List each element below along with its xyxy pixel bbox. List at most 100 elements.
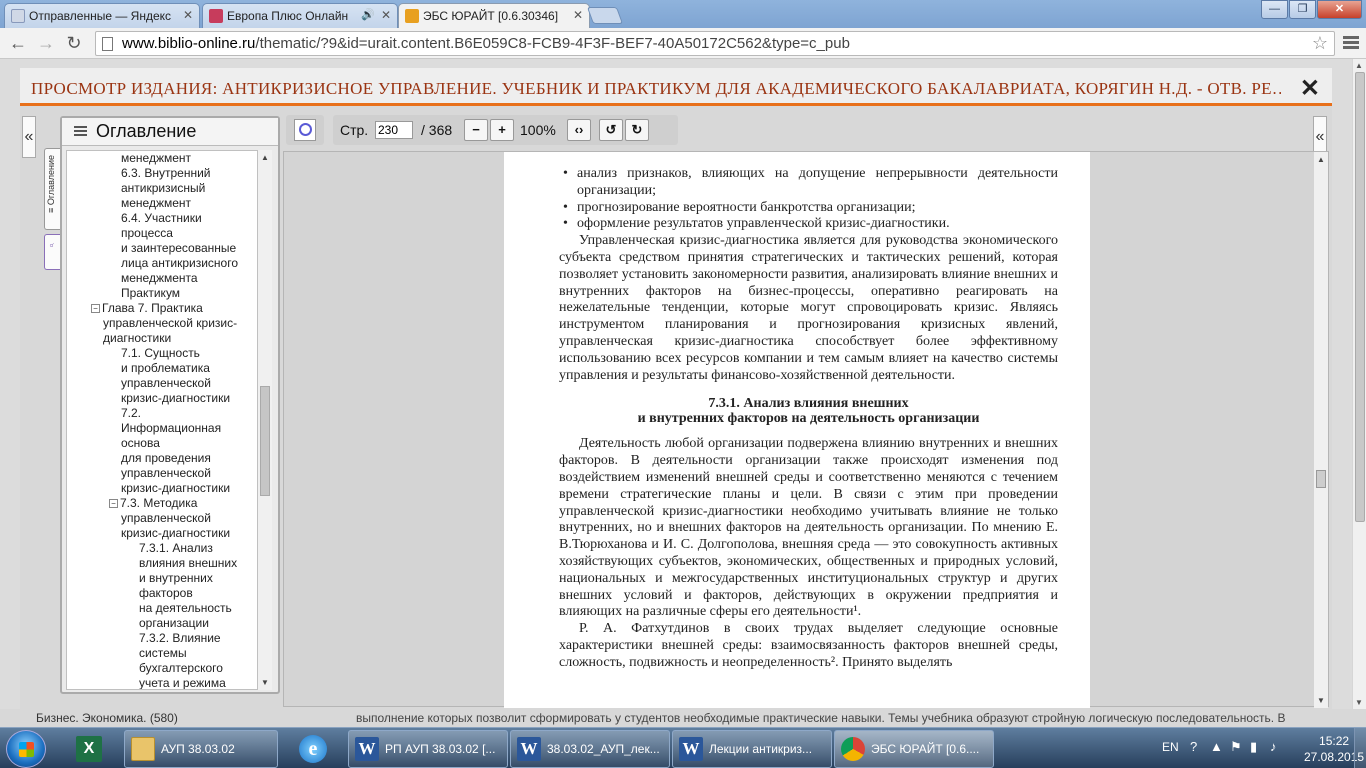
toc-item[interactable]: 7.3.2. Влияние	[67, 631, 257, 646]
toc-item[interactable]: на деятельность	[67, 601, 257, 616]
search-side-tab[interactable]: ⌕	[44, 234, 60, 270]
page-icon	[102, 37, 113, 51]
show-hidden-icons-icon[interactable]: ▲	[1210, 739, 1223, 754]
rotate-right-button[interactable]: ↻	[625, 119, 649, 141]
tab-europa-plus[interactable]: Европа Плюс Онлайн 🔊 ✕	[202, 3, 398, 28]
minimize-button[interactable]: —	[1261, 0, 1288, 19]
close-tab-icon[interactable]: ✕	[183, 8, 193, 22]
search-button[interactable]	[286, 115, 324, 145]
toc-item[interactable]: 7.3.1. Анализ	[67, 541, 257, 556]
scroll-up-arrow[interactable]: ▲	[1355, 61, 1363, 70]
show-desktop-button[interactable]	[1354, 728, 1366, 768]
toc-item[interactable]: для проведения	[67, 451, 257, 466]
address-bar[interactable]: www.biblio-online.ru/thematic/?9&id=urai…	[95, 31, 1335, 56]
toc-item[interactable]: менеджмента	[67, 271, 257, 286]
toc-item[interactable]: управленческой	[67, 511, 257, 526]
taskbar-item-folder[interactable]: АУП 38.03.02	[124, 730, 278, 768]
close-tab-icon[interactable]: ✕	[573, 8, 583, 22]
page-number-input[interactable]	[375, 121, 413, 139]
toc-item[interactable]: и внутренних	[67, 571, 257, 586]
toc-scrollbar[interactable]: ▲ ▼	[258, 150, 272, 690]
toc-item[interactable]: 6.4. Участники	[67, 211, 257, 226]
toc-item[interactable]: влияния внешних	[67, 556, 257, 571]
toc-item[interactable]: управленческой	[67, 466, 257, 481]
toc-item[interactable]: Информационная	[67, 421, 257, 436]
fit-width-button[interactable]: ‹›	[567, 119, 591, 141]
page-scrollbar[interactable]: ▲ ▼	[1352, 59, 1366, 709]
toc-item[interactable]: процесса	[67, 226, 257, 241]
toc-item[interactable]: учета и режима	[67, 676, 257, 689]
ie-pinned-icon[interactable]: e	[286, 730, 338, 768]
excel-pinned-icon[interactable]: X	[62, 730, 114, 768]
collapse-toggle-icon[interactable]: −	[91, 304, 100, 313]
doc-scroll-up-arrow[interactable]: ▲	[1317, 155, 1325, 164]
toc-item-label: 7.3. Методика	[120, 496, 198, 510]
toc-item[interactable]: факторов	[67, 586, 257, 601]
zoom-out-button[interactable]: −	[464, 119, 488, 141]
toc-item[interactable]: основа	[67, 436, 257, 451]
bookmark-star-icon[interactable]: ☆	[1312, 33, 1328, 54]
toc-item-label: диагностики	[103, 331, 172, 345]
collapse-left-panel-button[interactable]: «	[22, 116, 36, 158]
toc-item[interactable]: − Глава 7. Практика	[67, 301, 257, 316]
toc-item[interactable]: управленческой кризис-	[67, 316, 257, 331]
toc-item[interactable]: диагностики	[67, 331, 257, 346]
toc-item[interactable]: менеджмент	[67, 196, 257, 211]
toc-item-label: 6.3. Внутренний	[121, 166, 211, 180]
toc-item[interactable]: 6.3. Внутренний	[67, 166, 257, 181]
close-window-button[interactable]: ✕	[1317, 0, 1362, 19]
toc-item[interactable]: Практикум	[67, 286, 257, 301]
toc-scroll-thumb[interactable]	[260, 386, 270, 496]
doc-scroll-down-arrow[interactable]: ▼	[1317, 696, 1325, 705]
category-link[interactable]: Бизнес. Экономика. (580)	[36, 711, 178, 725]
zoom-in-button[interactable]: +	[490, 119, 514, 141]
toc-item-label: лица антикризисного	[121, 256, 239, 270]
volume-icon[interactable]: ♪	[1270, 739, 1277, 754]
toc-item[interactable]: и заинтересованные	[67, 241, 257, 256]
toc-item[interactable]: бухгалтерского	[67, 661, 257, 676]
toc-item[interactable]: 7.2.	[67, 406, 257, 421]
language-indicator[interactable]: EN	[1162, 740, 1179, 754]
taskbar-item-word-1[interactable]: W РП АУП 38.03.02 [...	[348, 730, 508, 768]
flag-icon[interactable]: ⚑	[1230, 739, 1242, 755]
scroll-down-arrow[interactable]: ▼	[1355, 698, 1363, 707]
document-scrollbar[interactable]: ▲ ▼	[1314, 152, 1328, 708]
viewer-close-button[interactable]: ✕	[1300, 74, 1320, 103]
toc-item[interactable]: кризис-диагностики	[67, 481, 257, 496]
taskbar-item-chrome[interactable]: ЭБС ЮРАЙТ [0.6....	[834, 730, 994, 768]
toc-item[interactable]: 7.1. Сущность	[67, 346, 257, 361]
help-icon[interactable]: ?	[1190, 739, 1197, 754]
collapse-toggle-icon[interactable]: −	[109, 499, 118, 508]
back-button[interactable]: ←	[6, 32, 30, 54]
new-tab-button[interactable]	[586, 7, 624, 24]
toc-scroll-down-arrow[interactable]: ▼	[261, 678, 269, 687]
forward-button[interactable]: →	[34, 32, 58, 54]
toc-item-label: управленческой	[121, 511, 211, 525]
toc-item[interactable]: −7.3. Методика	[67, 496, 257, 511]
rotate-left-button[interactable]: ↺	[599, 119, 623, 141]
tab-yandex-mail[interactable]: Отправленные — Яндекс ✕	[4, 3, 200, 28]
tab-urait[interactable]: ЭБС ЮРАЙТ [0.6.30346] ✕	[398, 3, 590, 28]
toc-item[interactable]: управленческой	[67, 376, 257, 391]
toc-item[interactable]: лица антикризисного	[67, 256, 257, 271]
page-scroll-thumb[interactable]	[1355, 72, 1365, 522]
chrome-menu-icon[interactable]	[1343, 34, 1359, 52]
toc-side-tab[interactable]: ≡ Оглавление	[44, 148, 60, 230]
close-tab-icon[interactable]: ✕	[381, 8, 391, 22]
maximize-button[interactable]: ❐	[1289, 0, 1316, 19]
taskbar-item-word-3[interactable]: W Лекции антикриз...	[672, 730, 832, 768]
doc-scroll-thumb[interactable]	[1316, 470, 1326, 488]
toc-item[interactable]: антикризисный	[67, 181, 257, 196]
network-icon[interactable]: ▮	[1250, 739, 1257, 755]
toc-item[interactable]: менеджмент	[67, 151, 257, 166]
taskbar-item-word-2[interactable]: W 38.03.02_АУП_лек...	[510, 730, 670, 768]
description-text: выполнение которых позволит сформировать…	[356, 711, 1286, 725]
toc-scroll-up-arrow[interactable]: ▲	[261, 153, 269, 162]
toc-item[interactable]: системы	[67, 646, 257, 661]
toc-item[interactable]: организации	[67, 616, 257, 631]
toc-item[interactable]: и проблематика	[67, 361, 257, 376]
start-button[interactable]	[6, 730, 46, 768]
toc-item[interactable]: кризис-диагностики	[67, 391, 257, 406]
reload-button[interactable]: ↻	[62, 32, 86, 54]
toc-item[interactable]: кризис-диагностики	[67, 526, 257, 541]
